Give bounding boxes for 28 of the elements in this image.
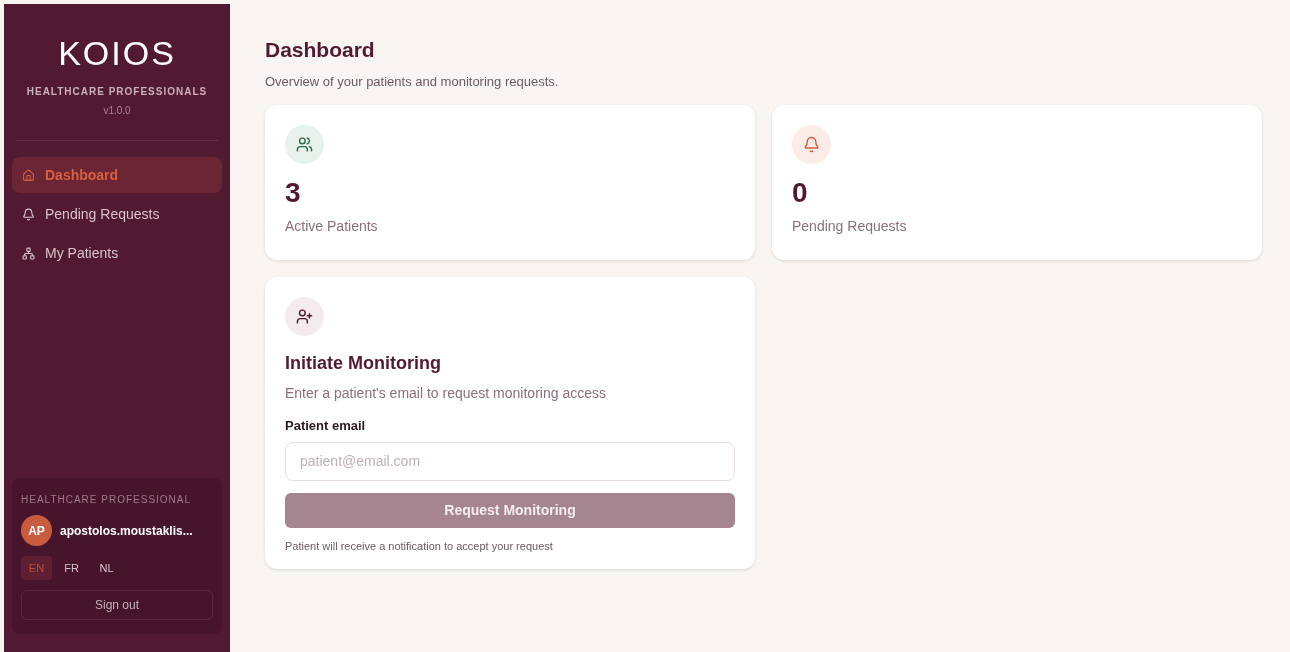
app-subtitle: HEALTHCARE PROFESSIONALS — [26, 85, 208, 99]
user-plus-icon — [285, 297, 324, 336]
field-label: Patient email — [285, 417, 367, 435]
bell-icon — [792, 125, 831, 164]
avatar: AP — [21, 515, 52, 546]
sign-out-button[interactable]: Sign out — [21, 590, 213, 620]
home-icon — [22, 168, 35, 182]
version-label: v1.0.0 — [103, 104, 131, 118]
stat-label: Pending Requests — [792, 217, 908, 236]
stat-value: 3 — [285, 176, 302, 210]
network-icon — [22, 246, 35, 260]
card-title: Initiate Monitoring — [285, 352, 442, 375]
stat-label: Active Patients — [285, 217, 379, 236]
page-title: Dashboard — [265, 37, 376, 63]
stat-value: 0 — [792, 176, 809, 210]
role-label: HEALTHCARE PROFESSIONAL — [21, 493, 193, 507]
language-button[interactable]: FR — [56, 556, 87, 580]
users-icon — [285, 125, 324, 164]
nav-item[interactable]: Pending Requests — [12, 196, 222, 232]
bell-icon — [22, 207, 35, 221]
card-description: Enter a patient's email to request monitoring access — [285, 384, 607, 403]
helper-note: Patient will receive a notification to accept your request — [285, 538, 554, 554]
nav-item[interactable]: My Patients — [12, 235, 222, 271]
email-field[interactable]: patient@email.com — [285, 441, 735, 481]
page-subtitle: Overview of your patients and monitoring requests. — [265, 72, 560, 91]
user-name: apostolos.moustaklis... — [60, 522, 193, 540]
language-button[interactable]: NL — [91, 556, 122, 580]
logo: KOIOS — [58, 36, 176, 70]
